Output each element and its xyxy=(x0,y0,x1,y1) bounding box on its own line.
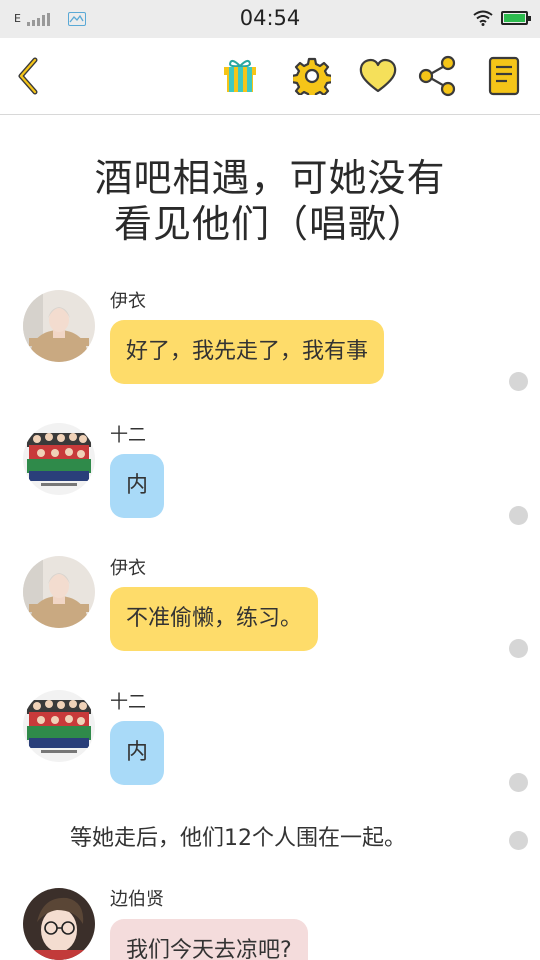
message-bubble[interactable]: 好了，我先走了，我有事 xyxy=(110,320,385,384)
wifi-icon xyxy=(473,10,493,26)
avatar[interactable] xyxy=(23,290,95,362)
sender-name: 边伯贤 xyxy=(110,889,164,910)
sender-name: 十二 xyxy=(110,425,146,446)
avatar[interactable] xyxy=(23,690,95,762)
chapter-title-line2: 看见他们（唱歌） xyxy=(113,202,426,246)
status-bar: E 04:54 xyxy=(0,0,540,38)
sender-name: 伊衣 xyxy=(110,558,146,579)
book-icon xyxy=(488,56,520,96)
paragraph-comment-dot[interactable] xyxy=(509,372,528,391)
chapter-title-line1: 酒吧相遇，可她没有 xyxy=(94,156,446,200)
avatar[interactable] xyxy=(23,888,95,960)
chapter-title: 酒吧相遇，可她没有 看见他们（唱歌） xyxy=(40,155,500,247)
settings-button[interactable] xyxy=(290,54,334,98)
gift-icon xyxy=(224,60,256,92)
paragraph-comment-dot[interactable] xyxy=(509,773,528,792)
battery-icon xyxy=(501,11,531,25)
back-button[interactable] xyxy=(6,54,50,98)
gift-button[interactable] xyxy=(218,54,262,98)
sender-name: 十二 xyxy=(110,692,146,713)
status-time: 04:54 xyxy=(239,6,301,30)
favorite-button[interactable] xyxy=(356,54,400,98)
sender-name: 伊衣 xyxy=(110,291,146,312)
gear-icon xyxy=(293,57,331,95)
share-icon xyxy=(418,55,456,97)
reader-toolbar xyxy=(0,38,540,115)
message-bubble[interactable]: 内 xyxy=(110,721,165,785)
paragraph-comment-dot[interactable] xyxy=(509,639,528,658)
paragraph-comment-dot[interactable] xyxy=(509,831,528,850)
back-icon xyxy=(18,57,38,95)
heart-icon xyxy=(359,58,397,93)
narration-text: 等她走后，他们12个人围在一起。 xyxy=(70,826,406,851)
message-bubble[interactable]: 我们今天去凉吧? xyxy=(110,919,308,960)
avatar[interactable] xyxy=(23,423,95,495)
message-bubble[interactable]: 内 xyxy=(110,454,165,518)
message-bubble[interactable]: 不准偷懒，练习。 xyxy=(110,587,319,651)
status-right xyxy=(473,10,531,26)
avatar[interactable] xyxy=(23,556,95,628)
share-button[interactable] xyxy=(416,54,460,98)
catalog-button[interactable] xyxy=(482,54,526,98)
paragraph-comment-dot[interactable] xyxy=(509,506,528,525)
